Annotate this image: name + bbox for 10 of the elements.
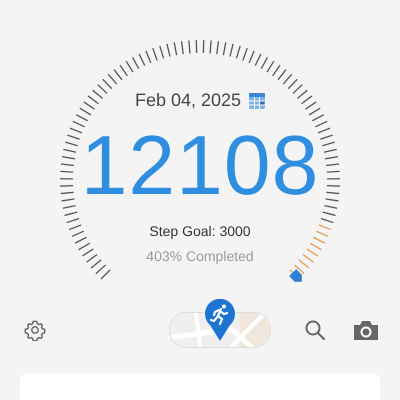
camera-icon[interactable] — [354, 320, 378, 340]
search-icon[interactable] — [304, 319, 326, 341]
step-goal: Step Goal: 3000 — [149, 223, 251, 239]
settings-icon[interactable] — [24, 319, 46, 341]
step-count: 12108 — [80, 117, 320, 213]
date-label: Feb 04, 2025 — [134, 90, 242, 111]
runner-pin-icon[interactable] — [204, 299, 236, 341]
calendar-icon[interactable] — [249, 92, 266, 108]
progress-marker — [289, 269, 302, 282]
completion-percent: 403% Completed — [146, 248, 254, 264]
